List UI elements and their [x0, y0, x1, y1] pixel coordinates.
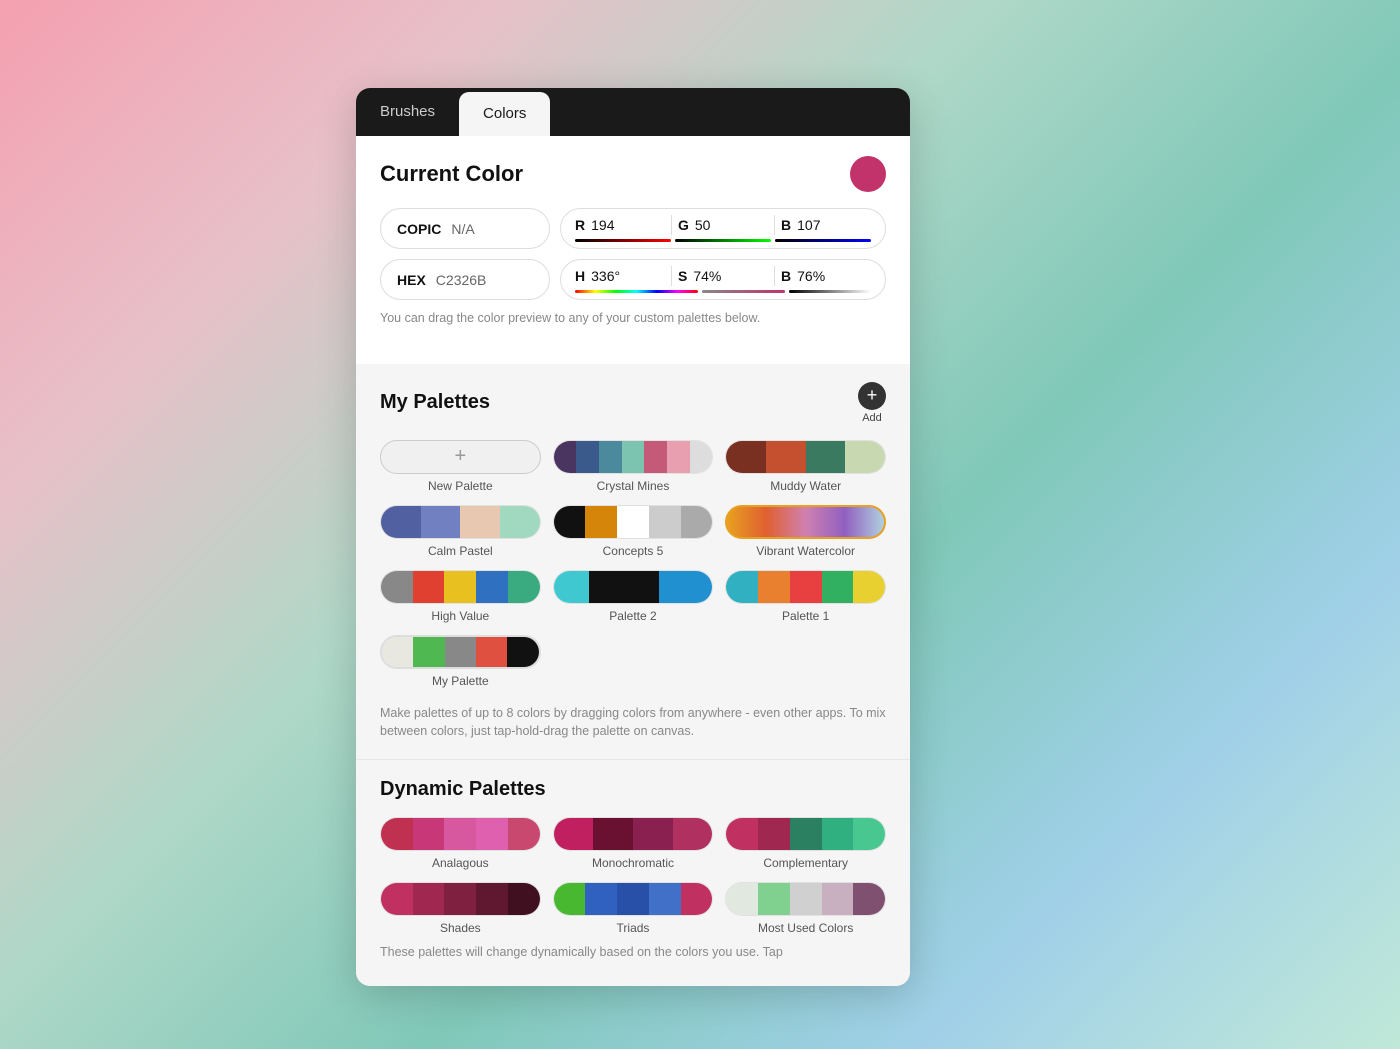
current-color-section: Current Color COPIC N/A R 194	[356, 136, 910, 364]
palette-item-new[interactable]: + New Palette	[380, 440, 541, 493]
crystal-mines-strip	[553, 440, 714, 474]
new-palette-strip: +	[380, 440, 541, 474]
bri-segment: B 76%	[781, 268, 871, 284]
palette-label-triads: Triads	[617, 921, 650, 935]
palette-label-calm-pastel: Calm Pastel	[428, 544, 493, 558]
monochromatic-strip	[553, 817, 714, 851]
my-palette-strip	[380, 635, 541, 669]
palette-grid: + New Palette Crystal Mines	[380, 440, 886, 688]
palette-item-most-used[interactable]: Most Used Colors	[725, 882, 886, 935]
current-color-title: Current Color	[380, 161, 523, 187]
palette-label-concepts5: Concepts 5	[603, 544, 664, 558]
palette-item-vibrant-watercolor[interactable]: Vibrant Watercolor	[725, 505, 886, 558]
calm-pastel-strip	[380, 505, 541, 539]
palette-item-monochromatic[interactable]: Monochromatic	[553, 817, 714, 870]
dynamic-palettes-header: Dynamic Palettes	[380, 778, 886, 801]
b-segment: B 107	[781, 217, 871, 233]
tab-brushes[interactable]: Brushes	[356, 88, 459, 136]
dynamic-palettes-grid: Analagous Monochromatic	[380, 817, 886, 935]
palette-label-monochromatic: Monochromatic	[592, 856, 674, 870]
palette-item-palette1[interactable]: Palette 1	[725, 570, 886, 623]
palette-item-complementary[interactable]: Complementary	[725, 817, 886, 870]
tab-bar: Brushes Colors	[356, 88, 910, 136]
copic-input[interactable]: COPIC N/A	[380, 208, 550, 249]
g-segment: G 50	[678, 217, 768, 233]
palette-item-my-palette[interactable]: My Palette	[380, 635, 541, 688]
add-icon: +	[858, 382, 886, 410]
concepts5-strip	[553, 505, 714, 539]
palette-label-new: New Palette	[428, 479, 493, 493]
s-segment: S 74%	[678, 268, 768, 284]
palette-label-vibrant-watercolor: Vibrant Watercolor	[756, 544, 855, 558]
palette-item-triads[interactable]: Triads	[553, 882, 714, 935]
r-segment: R 194	[575, 217, 665, 233]
palette-item-calm-pastel[interactable]: Calm Pastel	[380, 505, 541, 558]
dynamic-palettes-title: Dynamic Palettes	[380, 778, 546, 801]
current-color-header: Current Color	[380, 156, 886, 192]
palette-label-analagous: Analagous	[432, 856, 489, 870]
palette-item-muddy-water[interactable]: Muddy Water	[725, 440, 886, 493]
hsb-input: H 336° S 74% B 76%	[560, 259, 886, 300]
palette-label-most-used: Most Used Colors	[758, 921, 853, 935]
my-palettes-title: My Palettes	[380, 391, 490, 414]
shades-strip	[380, 882, 541, 916]
palette-item-shades[interactable]: Shades	[380, 882, 541, 935]
current-color-circle[interactable]	[850, 156, 886, 192]
palette-item-concepts5[interactable]: Concepts 5	[553, 505, 714, 558]
my-palettes-header: My Palettes + Add	[380, 382, 886, 424]
rgb-input: R 194 G 50 B 107	[560, 208, 886, 249]
palette-label-crystal-mines: Crystal Mines	[597, 479, 670, 493]
dynamic-palettes-hint: These palettes will change dynamically b…	[380, 943, 886, 974]
tab-colors[interactable]: Colors	[459, 92, 550, 136]
add-palette-button[interactable]: + Add	[858, 382, 886, 424]
palette-item-analagous[interactable]: Analagous	[380, 817, 541, 870]
palette1-strip	[725, 570, 886, 604]
copic-rgb-row: COPIC N/A R 194 G 50	[380, 208, 886, 249]
hex-input[interactable]: HEX C2326B	[380, 259, 550, 300]
high-value-strip	[380, 570, 541, 604]
palette-label-palette2: Palette 2	[609, 609, 656, 623]
palette-label-shades: Shades	[440, 921, 481, 935]
palette-label-muddy-water: Muddy Water	[770, 479, 841, 493]
triads-strip	[553, 882, 714, 916]
palette-label-high-value: High Value	[431, 609, 489, 623]
palette-label-my-palette: My Palette	[432, 674, 489, 688]
dynamic-palettes-section: Dynamic Palettes Analagous	[356, 759, 910, 986]
hex-hsb-row: HEX C2326B H 336° S 74%	[380, 259, 886, 300]
palette-item-crystal-mines[interactable]: Crystal Mines	[553, 440, 714, 493]
h-segment: H 336°	[575, 268, 665, 284]
palette2-strip	[553, 570, 714, 604]
palette-item-high-value[interactable]: High Value	[380, 570, 541, 623]
analagous-strip	[380, 817, 541, 851]
palette-label-palette1: Palette 1	[782, 609, 829, 623]
my-palettes-hint: Make palettes of up to 8 colors by dragg…	[380, 704, 886, 742]
drag-hint: You can drag the color preview to any of…	[380, 310, 886, 328]
muddy-water-strip	[725, 440, 886, 474]
vibrant-watercolor-strip	[725, 505, 886, 539]
most-used-strip	[725, 882, 886, 916]
complementary-strip	[725, 817, 886, 851]
my-palettes-section: My Palettes + Add + New Palette	[356, 364, 910, 760]
palette-label-complementary: Complementary	[763, 856, 848, 870]
main-panel: Brushes Colors Current Color COPIC N/A	[356, 88, 910, 986]
palette-item-palette2[interactable]: Palette 2	[553, 570, 714, 623]
